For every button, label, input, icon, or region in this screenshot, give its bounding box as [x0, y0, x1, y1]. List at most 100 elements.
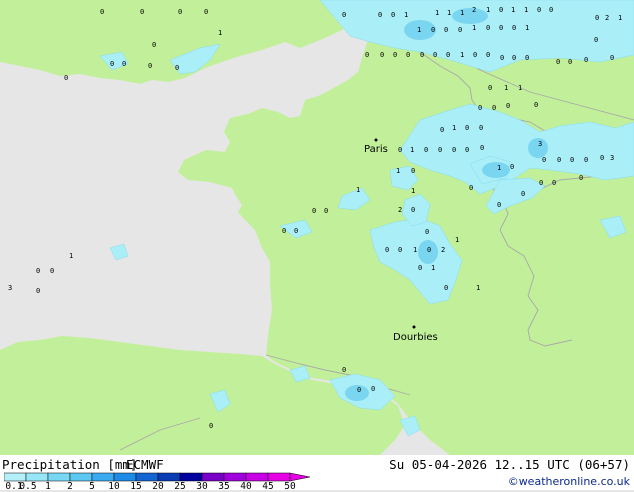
- precip-value: 0: [506, 102, 510, 110]
- precip-value: 0: [365, 51, 369, 59]
- precip-value: 0: [570, 156, 574, 164]
- precip-value: 0: [100, 8, 104, 16]
- precip-value: 0: [579, 174, 583, 182]
- precip-value: 0: [473, 51, 477, 59]
- legend-tick-label: 20: [152, 481, 164, 492]
- precip-value: 0: [411, 167, 415, 175]
- precip-value: 0: [342, 366, 346, 374]
- precip-value: 0: [36, 287, 40, 295]
- precip-value: 0: [492, 104, 496, 112]
- precip-value: 0: [542, 156, 546, 164]
- precip-value: 1: [417, 26, 421, 34]
- precip-value: 0: [282, 227, 286, 235]
- precip-value: 0: [440, 126, 444, 134]
- legend-tick-label: 0.5: [19, 481, 37, 492]
- precip-value: 1: [431, 264, 435, 272]
- precip-value: 1: [452, 124, 456, 132]
- legend-tick-label: 35: [218, 481, 230, 492]
- precip-value: 0: [425, 228, 429, 236]
- precip-value: 0: [178, 8, 182, 16]
- precip-value: 0: [512, 54, 516, 62]
- precip-value: 0: [398, 146, 402, 154]
- precip-value: 0: [512, 24, 516, 32]
- precip-value: 0: [357, 386, 361, 394]
- precip-value: 0: [380, 51, 384, 59]
- precip-value: 2: [605, 14, 609, 22]
- legend-tick-label: 50: [284, 481, 296, 492]
- precip-value: 0: [175, 64, 179, 72]
- precip-value: 0: [444, 284, 448, 292]
- precip-value: 1: [218, 29, 222, 37]
- precip-value: 1: [411, 187, 415, 195]
- precip-value: 0: [458, 26, 462, 34]
- precip-value: 0: [50, 267, 54, 275]
- precip-value: 0: [488, 84, 492, 92]
- city-label-paris: Paris: [364, 144, 388, 155]
- model-name: ECMWF: [126, 457, 164, 472]
- precip-value: 0: [465, 124, 469, 132]
- legend-swatch: [4, 472, 27, 482]
- precip-value: 0: [549, 6, 553, 14]
- city-dot-paris: [374, 138, 378, 142]
- legend-tick-label: 45: [262, 481, 274, 492]
- precip-value: 0: [452, 146, 456, 154]
- precip-value: 0: [398, 246, 402, 254]
- legend-swatch: [25, 472, 49, 482]
- precip-value: 0: [446, 51, 450, 59]
- precip-value: 0: [499, 24, 503, 32]
- precip-value: 1: [476, 284, 480, 292]
- precipitation-map: Paris Dourbies 010000 0 0 00 0 1 1 1 2 1 0 1 1 0 00 0 0 1…: [0, 0, 634, 455]
- precip-value: 0: [568, 58, 572, 66]
- legend-tick-label: 1: [45, 481, 51, 492]
- precip-value: 0: [438, 146, 442, 154]
- precip-value: 0: [557, 156, 561, 164]
- precip-value: 0: [371, 385, 375, 393]
- precip-value: 1: [511, 6, 515, 14]
- precip-value: 1: [497, 164, 501, 172]
- precip-value: 0: [391, 11, 395, 19]
- precip-value: 0: [525, 54, 529, 62]
- legend-swatch: [113, 472, 137, 482]
- precip-value: 3: [610, 154, 614, 162]
- legend-colorbar: [4, 472, 311, 482]
- precip-value: 0: [500, 54, 504, 62]
- precip-value: 1: [413, 246, 417, 254]
- precip-value: 1: [447, 9, 451, 17]
- precip-value: 0: [499, 6, 503, 14]
- legend-tick-label: 30: [196, 481, 208, 492]
- land-jersey: [243, 114, 249, 118]
- precip-value: 0: [204, 8, 208, 16]
- precip-value: 0: [312, 207, 316, 215]
- precip-value: 0: [148, 62, 152, 70]
- precip-value: 1: [504, 84, 508, 92]
- precip-value: 1: [356, 186, 360, 194]
- legend-tick-label: 10: [108, 481, 120, 492]
- credit-link[interactable]: ©weatheronline.co.uk: [508, 475, 630, 489]
- legend-swatch: [245, 472, 269, 482]
- precip-value: 0: [385, 246, 389, 254]
- legend-tick-label: 2: [67, 481, 73, 492]
- precip-value: 3: [538, 140, 542, 148]
- precip-value: 0: [539, 179, 543, 187]
- legend-swatch: [201, 472, 225, 482]
- precip-value: 0: [36, 267, 40, 275]
- precip-value: 0: [479, 124, 483, 132]
- city-dot-dourbies: [412, 325, 416, 329]
- precip-value: 0: [411, 206, 415, 214]
- precip-value: 0: [427, 246, 431, 254]
- precip-value: 0: [444, 26, 448, 34]
- legend-tick-label: 5: [89, 481, 95, 492]
- legend-swatch: [179, 472, 203, 482]
- legend-swatch: [135, 472, 159, 482]
- precip-value: 0: [420, 51, 424, 59]
- precip-value: 0: [152, 41, 156, 49]
- precip-value: 2: [398, 206, 402, 214]
- precip-value: 0: [521, 190, 525, 198]
- legend-swatch: [91, 472, 115, 482]
- legend-swatch: [267, 472, 291, 482]
- precip-value: 0: [431, 26, 435, 34]
- precip-value: 1: [486, 6, 490, 14]
- legend-swatch: [223, 472, 247, 482]
- precip-value: 1: [525, 24, 529, 32]
- city-label-dourbies: Dourbies: [393, 332, 438, 343]
